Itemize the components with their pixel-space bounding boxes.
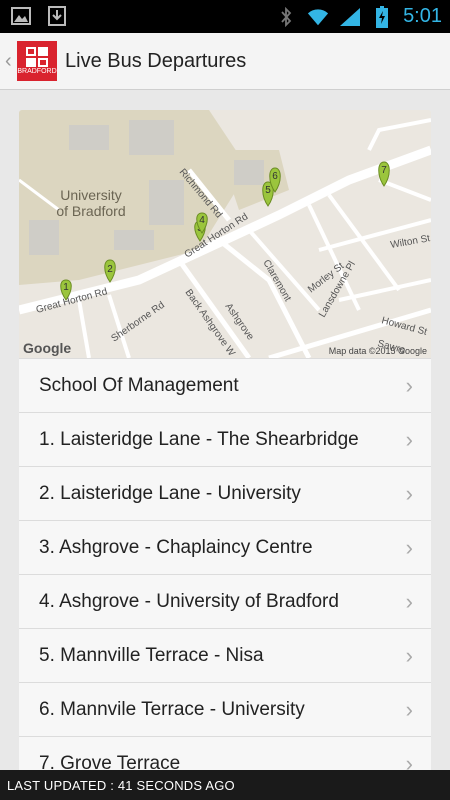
- list-item-label: 2. Laisteridge Lane - University: [39, 482, 301, 504]
- chevron-right-icon: ›: [405, 426, 413, 452]
- map-attribution: Map data ©2015 Google: [329, 346, 427, 356]
- list-item[interactable]: School Of Management ›: [19, 358, 431, 412]
- list-item-label: School Of Management: [39, 374, 239, 396]
- list-item-label: 6. Mannvile Terrace - University: [39, 698, 305, 720]
- chevron-right-icon: ›: [405, 642, 413, 668]
- list-item[interactable]: 2. Laisteridge Lane - University ›: [19, 466, 431, 520]
- google-logo: Google: [23, 340, 71, 356]
- map-label-of-bradford: of Bradford: [56, 203, 125, 219]
- clock: 5:01: [403, 5, 442, 27]
- app-logo[interactable]: BRADFORD: [17, 41, 57, 81]
- bluetooth-icon: [275, 6, 297, 28]
- list-item-label: 4. Ashgrove - University of Bradford: [39, 590, 339, 612]
- last-updated-text: LAST UPDATED : 41 SECONDS AGO: [7, 777, 235, 793]
- download-icon: [46, 5, 68, 27]
- list-item-label: 3. Ashgrove - Chaplaincy Centre: [39, 536, 313, 558]
- action-bar: ‹ BRADFORD Live Bus Departures: [0, 33, 450, 90]
- svg-text:2: 2: [107, 264, 113, 275]
- list-item[interactable]: 6. Mannvile Terrace - University ›: [19, 682, 431, 736]
- list-item[interactable]: 1. Laisteridge Lane - The Shearbridge ›: [19, 412, 431, 466]
- svg-text:6: 6: [272, 171, 278, 182]
- status-bar: 5:01: [0, 0, 450, 33]
- map-view[interactable]: 1 2 3 4 5 6 7 University of Bradford Ric…: [19, 110, 431, 358]
- stop-list: School Of Management › 1. Laisteridge La…: [19, 358, 431, 790]
- svg-text:4: 4: [199, 215, 205, 226]
- list-item[interactable]: 5. Mannville Terrace - Nisa ›: [19, 628, 431, 682]
- page-title: Live Bus Departures: [65, 49, 247, 72]
- chevron-right-icon: ›: [405, 480, 413, 506]
- image-icon: [10, 5, 32, 27]
- chevron-right-icon: ›: [405, 534, 413, 560]
- map-canvas[interactable]: 1 2 3 4 5 6 7 University of Bradford Ric…: [19, 110, 431, 358]
- battery-icon: [371, 5, 393, 28]
- signal-icon: [339, 6, 361, 28]
- map-label-university: University: [60, 187, 121, 203]
- last-updated-bar: LAST UPDATED : 41 SECONDS AGO: [0, 770, 450, 800]
- list-item[interactable]: 4. Ashgrove - University of Bradford ›: [19, 574, 431, 628]
- svg-text:1: 1: [63, 282, 69, 293]
- chevron-right-icon: ›: [405, 696, 413, 722]
- list-item[interactable]: 3. Ashgrove - Chaplaincy Centre ›: [19, 520, 431, 574]
- svg-text:7: 7: [381, 165, 387, 176]
- chevron-right-icon: ›: [405, 372, 413, 398]
- list-item-label: 5. Mannville Terrace - Nisa: [39, 644, 264, 666]
- up-caret-icon[interactable]: ‹: [5, 50, 15, 73]
- bradford-logo-icon: [26, 47, 48, 67]
- logo-text: BRADFORD: [17, 68, 57, 75]
- wifi-icon: [307, 6, 329, 28]
- svg-text:5: 5: [265, 185, 271, 196]
- chevron-right-icon: ›: [405, 588, 413, 614]
- list-item-label: 1. Laisteridge Lane - The Shearbridge: [39, 428, 359, 450]
